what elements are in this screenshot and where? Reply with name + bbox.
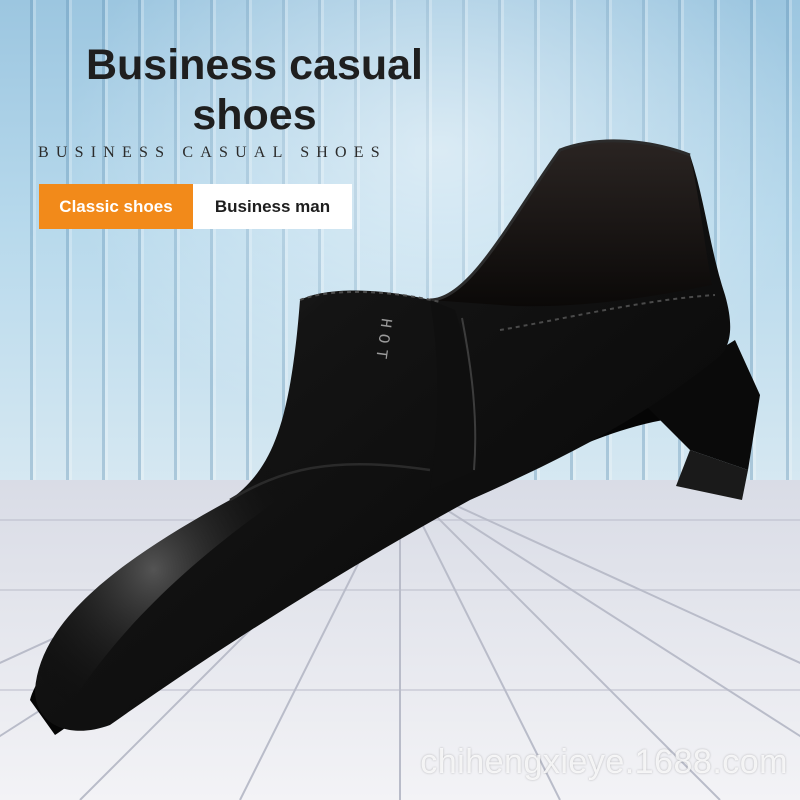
title-line-1: Business casual (85, 41, 423, 89)
tag-classic-shoes: Classic shoes (39, 184, 193, 229)
product-banner: HOT Business casual shoes BUSINESS CASUA… (0, 0, 800, 800)
feature-tags: Classic shoes Business man (39, 184, 352, 229)
title-line-2: shoes (192, 91, 317, 139)
page-title: Business casual shoes (62, 40, 447, 140)
tag-business-man: Business man (193, 184, 352, 229)
watermark: chihengxieye.1688.com (420, 743, 788, 781)
subtitle: BUSINESS CASUAL SHOES (38, 144, 387, 161)
